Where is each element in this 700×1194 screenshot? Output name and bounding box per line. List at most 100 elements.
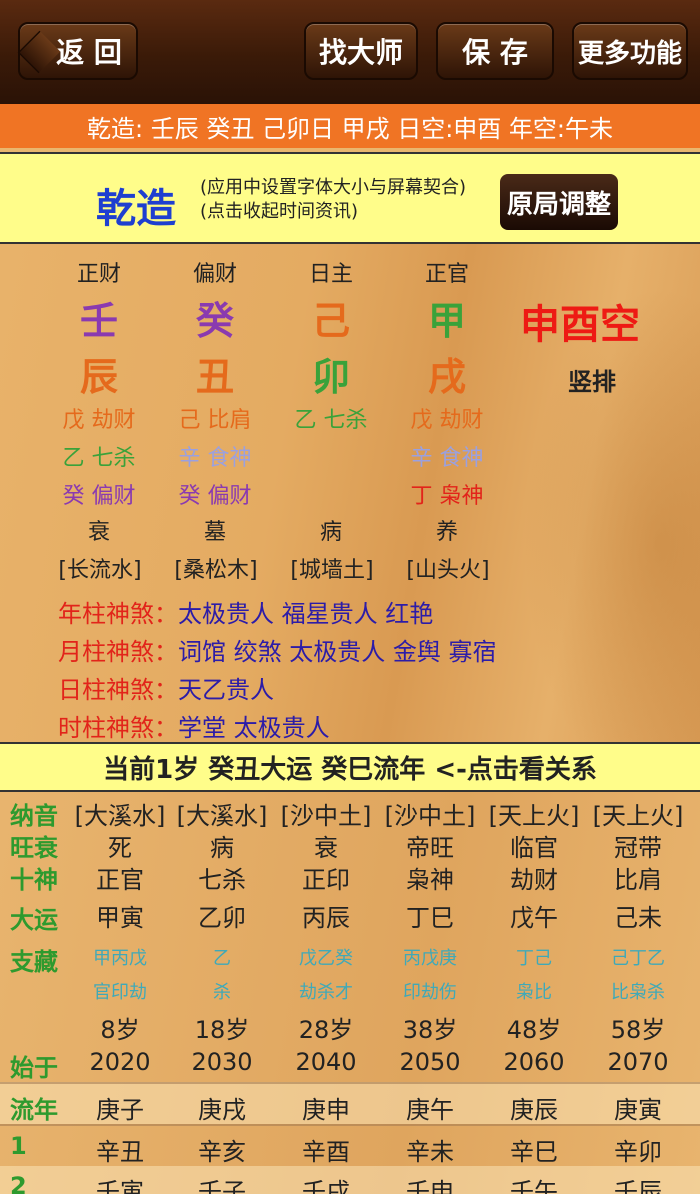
shensha-row: 年柱神煞：太极贵人 福星贵人 红艳: [58, 594, 433, 629]
dayun-ten-god: 比肩: [614, 866, 662, 894]
chart-header[interactable]: 乾造 (应用中设置字体大小与屏幕契合) (点击收起时间资讯) 原局调整: [0, 152, 700, 244]
liunian-cell[interactable]: 壬子: [170, 1172, 274, 1194]
hidden-stem: 癸 偏财: [178, 484, 252, 509]
hidden-stem: 癸 偏财: [62, 484, 136, 509]
hidden-stem: 丁 枭神: [410, 484, 484, 509]
dayun-pillar[interactable]: 戊午: [482, 898, 586, 933]
dayun-start-age: 38岁: [402, 1016, 458, 1044]
dayun-pillar[interactable]: 乙卯: [170, 898, 274, 933]
dayun-life-stage: 病: [210, 834, 234, 862]
dayun-life-stage: 冠带: [614, 834, 662, 862]
liunian-cell[interactable]: 壬戌: [274, 1172, 378, 1194]
liunian-cell[interactable]: 辛酉: [274, 1132, 378, 1167]
hidden-stem: 辛 食神: [410, 446, 484, 471]
pillar-branch: 卯: [311, 355, 350, 399]
vertical-layout-toggle[interactable]: 竖排: [568, 362, 616, 397]
liunian-cell[interactable]: 壬辰: [586, 1172, 690, 1194]
liunian-cell[interactable]: 壬寅: [68, 1172, 172, 1194]
pillar-stem: 壬: [79, 299, 118, 343]
dayun-hidden-stems: 己丁乙: [611, 948, 665, 969]
dayun-hidden-gods: 比枭杀: [611, 982, 665, 1003]
shensha-label: 月柱神煞：: [58, 638, 178, 666]
shensha-row: 时柱神煞：学堂 太极贵人: [58, 708, 330, 743]
divider: [0, 1082, 700, 1084]
liunian-cell[interactable]: 庚子: [68, 1090, 172, 1125]
row-label-dayun: 大运: [10, 906, 58, 934]
hidden-stem: 戊 劫财: [62, 408, 136, 433]
dayun-start-age: 28岁: [298, 1016, 354, 1044]
more-functions-button[interactable]: 更多功能: [572, 22, 688, 80]
row-label-r2: 2: [10, 1172, 27, 1194]
hidden-stem: 戊 劫财: [410, 408, 484, 433]
liunian-cell[interactable]: 辛未: [378, 1132, 482, 1167]
dayun-life-stage: 衰: [314, 834, 338, 862]
liunian-cell[interactable]: 辛巳: [482, 1132, 586, 1167]
shensha-value: 学堂 太极贵人: [178, 714, 330, 742]
find-master-button[interactable]: 找大师: [304, 22, 418, 80]
row-label-liunian: 流年: [10, 1096, 58, 1124]
hint-font-size: (应用中设置字体大小与屏幕契合): [200, 177, 467, 198]
liunian-cell[interactable]: 庚戌: [170, 1090, 274, 1125]
dayun-start-year: 2040: [295, 1048, 357, 1076]
dayun-start-age: 8岁: [100, 1016, 140, 1044]
dayun-hidden-stems: 乙: [213, 948, 231, 969]
pillar-nayin: [长流水]: [58, 558, 142, 583]
dayun-start-age: 58岁: [610, 1016, 666, 1044]
dayun-pillar[interactable]: 丁巳: [378, 898, 482, 933]
liunian-cell[interactable]: 壬申: [378, 1172, 482, 1194]
liunian-cell[interactable]: 辛亥: [170, 1132, 274, 1167]
divider: [0, 1124, 700, 1126]
row-label-r1: 1: [10, 1132, 27, 1160]
shensha-row: 月柱神煞：词馆 绞煞 太极贵人 金舆 寡宿: [58, 632, 497, 667]
back-button[interactable]: 返 回: [18, 22, 138, 80]
dayun-ten-god: 七杀: [198, 866, 246, 894]
pillar-life-stage: 病: [319, 520, 342, 545]
pillar-life-stage: 墓: [203, 520, 226, 545]
liunian-cell[interactable]: 庚寅: [586, 1090, 690, 1125]
dayun-hidden-gods: 官印劫: [93, 982, 147, 1003]
dayun-start-year: 2030: [191, 1048, 253, 1076]
save-button[interactable]: 保 存: [436, 22, 554, 80]
dayun-nayin: [大溪水]: [176, 802, 268, 830]
liunian-cell[interactable]: 庚午: [378, 1090, 482, 1125]
dayun-start-age: 48岁: [506, 1016, 562, 1044]
dayun-nayin: [天上火]: [592, 802, 684, 830]
pillar-branch: 丑: [195, 355, 234, 399]
dayun-start-year: 2060: [503, 1048, 565, 1076]
row-label-state: 旺衰: [10, 834, 58, 862]
dayun-nayin: [大溪水]: [74, 802, 166, 830]
dayun-ten-god: 劫财: [510, 866, 558, 894]
hidden-stem: 己 比肩: [178, 408, 252, 433]
shensha-row: 日柱神煞：天乙贵人: [58, 670, 274, 705]
bazi-summary-bar: 乾造: 壬辰 癸丑 己卯日 甲戌 日空:申酉 年空:午未: [0, 104, 700, 148]
pillar-stem: 癸: [195, 299, 234, 343]
dayun-life-stage: 死: [108, 834, 132, 862]
dayun-hidden-stems: 戊乙癸: [299, 948, 353, 969]
liunian-cell[interactable]: 辛丑: [68, 1132, 172, 1167]
adjust-chart-button[interactable]: 原局调整: [500, 174, 618, 230]
dayun-nayin: [天上火]: [488, 802, 580, 830]
liunian-cell[interactable]: 庚辰: [482, 1090, 586, 1125]
hint-collapse: (点击收起时间资讯): [200, 201, 359, 222]
dayun-pillar[interactable]: 己未: [586, 898, 690, 933]
void-branches: 申酉空: [520, 302, 640, 348]
pillar-nayin: [城墙土]: [290, 558, 374, 583]
dayun-pillar[interactable]: 丙辰: [274, 898, 378, 933]
shensha-label: 时柱神煞：: [58, 714, 178, 742]
liunian-cell[interactable]: 壬午: [482, 1172, 586, 1194]
dayun-life-stage: 临官: [510, 834, 558, 862]
header-hint[interactable]: (应用中设置字体大小与屏幕契合) (点击收起时间资讯): [200, 176, 466, 224]
pillar-life-stage: 衰: [87, 520, 110, 545]
dayun-start-year: 2050: [399, 1048, 461, 1076]
liunian-cell[interactable]: 庚申: [274, 1090, 378, 1125]
row-label-god: 十神: [10, 866, 58, 894]
shensha-value: 词馆 绞煞 太极贵人 金舆 寡宿: [178, 638, 497, 666]
shensha-value: 天乙贵人: [178, 676, 274, 704]
pillar-ten-god: 偏财: [192, 262, 237, 287]
dayun-pillar[interactable]: 甲寅: [68, 898, 172, 933]
hidden-stem: 乙 七杀: [62, 446, 136, 471]
dayun-hidden-gods: 印劫伤: [403, 982, 457, 1003]
liunian-cell[interactable]: 辛卯: [586, 1132, 690, 1167]
current-luck-bar[interactable]: 当前1岁 癸丑大运 癸巳流年 <-点击看关系: [0, 742, 700, 792]
pillar-life-stage: 养: [435, 520, 458, 545]
